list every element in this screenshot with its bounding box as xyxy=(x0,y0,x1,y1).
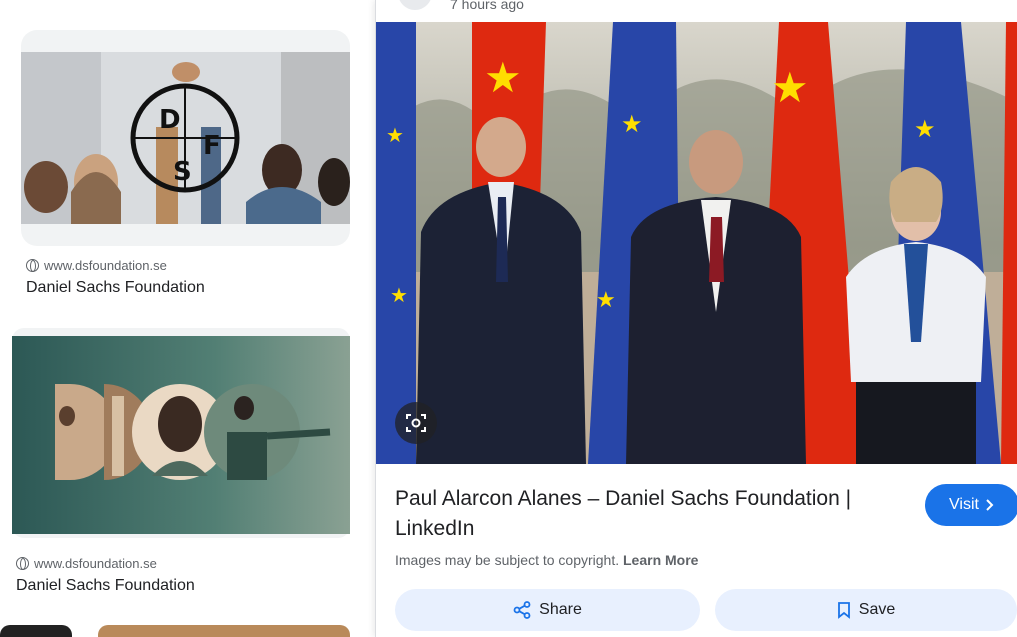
save-button[interactable]: Save xyxy=(715,589,1017,631)
result-title-1[interactable]: Daniel Sachs Foundation xyxy=(26,279,205,297)
dsf-collage-image xyxy=(12,336,350,534)
share-button[interactable]: Share xyxy=(395,589,700,631)
svg-text:★: ★ xyxy=(771,63,809,112)
preview-title[interactable]: Paul Alarcon Alanes – Daniel Sachs Found… xyxy=(395,484,895,544)
result-title-2[interactable]: Daniel Sachs Foundation xyxy=(16,577,195,595)
leaders-photo: ★ ★ ★ ★ ★ ★ ★ xyxy=(376,22,1017,464)
dsf-logo: D F S xyxy=(130,83,240,193)
visit-button[interactable]: Visit xyxy=(925,484,1017,526)
result-card-4-partial[interactable] xyxy=(98,625,350,637)
camera-lens-icon xyxy=(406,414,426,432)
copyright-notice: Images may be subject to copyright. Lear… xyxy=(395,552,698,568)
result-image-1[interactable]: D F S xyxy=(21,52,350,224)
result-source-2[interactable]: www.dsfoundation.se xyxy=(16,556,157,571)
globe-icon xyxy=(26,259,39,272)
bookmark-icon xyxy=(837,602,850,619)
svg-text:★: ★ xyxy=(914,115,936,143)
visit-label: Visit xyxy=(949,496,979,513)
result-card-3-partial[interactable] xyxy=(0,625,72,637)
svg-text:★: ★ xyxy=(386,123,404,147)
share-icon xyxy=(513,601,531,619)
svg-text:★: ★ xyxy=(621,110,643,138)
svg-text:★: ★ xyxy=(390,283,408,307)
lens-search-button[interactable] xyxy=(395,402,437,444)
learn-more-link[interactable]: Learn More xyxy=(623,552,698,568)
svg-text:D: D xyxy=(159,105,181,135)
timestamp: 7 hours ago xyxy=(450,0,524,12)
share-label: Share xyxy=(539,601,582,618)
svg-text:★: ★ xyxy=(484,53,522,102)
svg-text:F: F xyxy=(203,131,221,161)
svg-text:S: S xyxy=(173,157,192,187)
preview-image[interactable]: ★ ★ ★ ★ ★ ★ ★ xyxy=(376,22,1017,464)
source-domain: www.dsfoundation.se xyxy=(44,258,167,273)
copyright-text: Images may be subject to copyright. xyxy=(395,552,620,568)
svg-text:★: ★ xyxy=(596,288,616,313)
result-source-1[interactable]: www.dsfoundation.se xyxy=(26,258,167,273)
globe-icon xyxy=(16,557,29,570)
results-grid: D F S www.dsfoundation.se Daniel Sachs F… xyxy=(0,0,375,637)
result-image-2[interactable] xyxy=(12,336,350,534)
source-domain: www.dsfoundation.se xyxy=(34,556,157,571)
chevron-right-icon xyxy=(986,499,994,511)
save-label: Save xyxy=(858,601,896,618)
